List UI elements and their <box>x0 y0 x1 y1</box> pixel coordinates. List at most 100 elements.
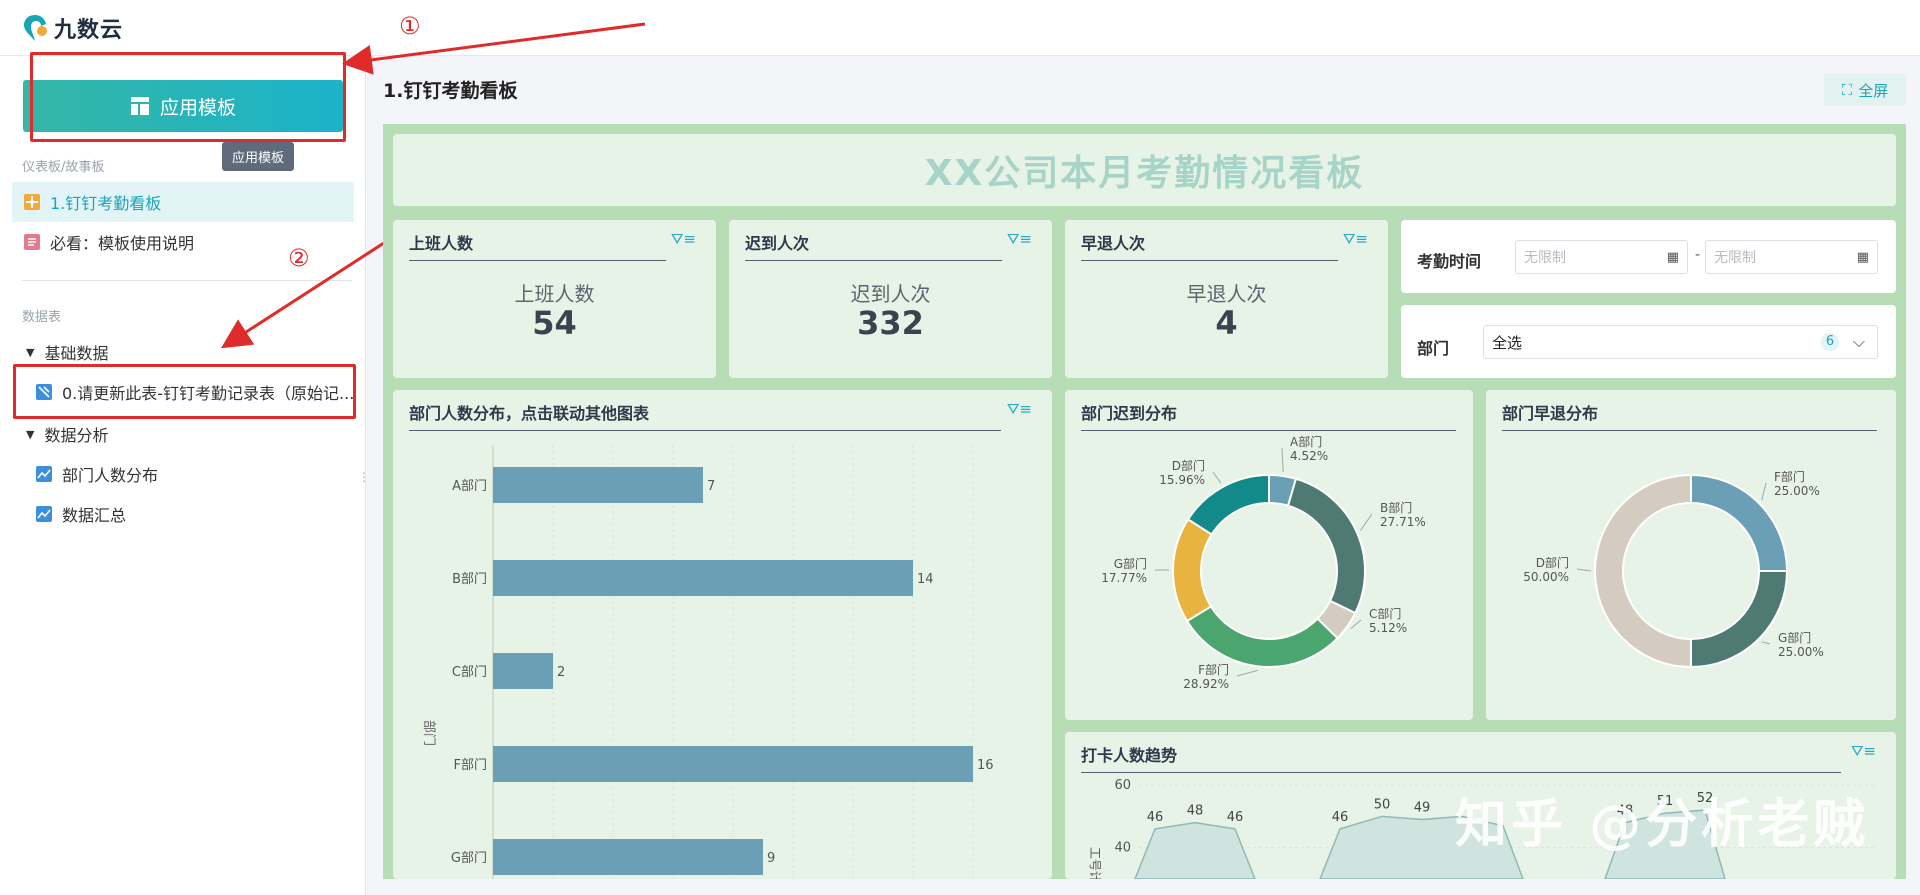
analysis-icon <box>36 466 52 482</box>
date-separator: - <box>1695 247 1701 263</box>
donut-slice <box>1172 517 1214 623</box>
bar-category-label: F部门 <box>454 758 487 773</box>
donut-label-pct: 50.00% <box>1523 570 1569 584</box>
y-tick-label: 60 <box>1114 778 1131 793</box>
tree-group-label: 数据分析 <box>44 426 109 445</box>
bar-value-label: 9 <box>767 851 775 866</box>
bar-category-label: C部门 <box>452 665 487 680</box>
fullscreen-button[interactable]: ⛶ 全屏 <box>1824 74 1906 106</box>
dept-filter-label: 部门 <box>1417 339 1450 358</box>
donut-label-name: G部门 <box>1778 630 1811 645</box>
dashboard-item-label: 必看：模板使用说明 <box>50 234 195 253</box>
dashboard-item-label: 1.钉钉考勤看板 <box>50 194 162 213</box>
late-donut-chart: A部门4.52% B部门27.71% C部门5.12% F部门28.92% G部门17.… <box>1101 434 1426 691</box>
kpi-card-title: 上班人数 <box>409 230 666 261</box>
expand-icon: ⛶ <box>1841 81 1853 99</box>
bar <box>493 653 553 689</box>
dashboard-banner: XX公司本月考勤情况看板 <box>393 134 1896 206</box>
watermark: 知乎 @分析老贼 <box>1455 795 1870 855</box>
donut-leader-line <box>1281 447 1284 473</box>
donut-leader-line <box>1212 471 1222 484</box>
dashboard-canvas: XX公司本月考勤情况看板 上班人数 ⛛≡ 上班人数 54 迟到人次 ⛛≡ 迟到人… <box>383 124 1906 879</box>
calendar-icon: ▦ <box>1666 250 1679 265</box>
app-name: 九数云 <box>54 18 124 43</box>
bar-value-label: 16 <box>977 758 994 773</box>
table-item-headcount[interactable]: 部门人数分布 <box>36 462 158 486</box>
filter-icon[interactable]: ⛛≡ <box>1343 230 1368 248</box>
kpi-label: 早退人次 <box>1186 282 1267 306</box>
tree-group-label: 基础数据 <box>44 344 109 363</box>
donut-label-pct: 25.00% <box>1774 484 1820 498</box>
donut-leader-line <box>1350 619 1362 630</box>
date-end-placeholder: 无限制 <box>1714 250 1756 266</box>
trend-point-label: 50 <box>1374 797 1391 812</box>
chevron-down-icon: ⌵ <box>1852 332 1865 351</box>
y-axis-label: 工号计 <box>1088 847 1102 879</box>
filter-icon[interactable]: ⛛≡ <box>671 230 696 248</box>
kpi-label: 上班人数 <box>514 282 595 306</box>
kpi-card-early[interactable]: 早退人次 ⛛≡ 早退人次 4 <box>1065 220 1388 378</box>
bar <box>493 839 763 875</box>
bar <box>493 746 973 782</box>
kpi-card-attendance[interactable]: 上班人数 ⛛≡ 上班人数 54 <box>393 220 716 378</box>
donut-slice <box>1286 477 1366 615</box>
chart-card-early[interactable]: 部门早退分布 F部门 25.00% G部门 25.00% D部门 50.00% <box>1486 390 1896 720</box>
donut-label-name: D部门 <box>1536 555 1569 570</box>
app-logo[interactable]: 九数云 <box>22 12 123 44</box>
dept-select[interactable]: 全选 6 ⌵ <box>1483 325 1878 359</box>
donut-label-name: B部门 <box>1380 500 1412 515</box>
kpi-card-late[interactable]: 迟到人次 ⛛≡ 迟到人次 332 <box>729 220 1052 378</box>
date-end-input[interactable]: 无限制 ▦ <box>1705 240 1878 274</box>
kpi-label: 迟到人次 <box>850 282 931 306</box>
donut-label-pct: 25.00% <box>1778 645 1824 659</box>
time-filter-card: 考勤时间 无限制 ▦ - 无限制 ▦ <box>1401 220 1896 293</box>
tree-group-basic[interactable]: ▼ 基础数据 <box>26 340 108 364</box>
donut-label-pct: 4.52% <box>1290 449 1328 463</box>
bar-value-label: 14 <box>917 572 934 587</box>
donut-label-name: G部门 <box>1114 556 1147 571</box>
date-start-placeholder: 无限制 <box>1524 250 1566 266</box>
dept-count-badge: 6 <box>1821 333 1839 351</box>
bar <box>493 560 913 596</box>
chart-card-headcount[interactable]: 部门人数分布，点击联动其他图表 ⛛≡ 部门 A部门 7 B部门 14 C部门 2 F部门 16 G… <box>393 390 1052 879</box>
kpi-value: 4 <box>1215 304 1238 342</box>
annotation-marker-1: ① <box>399 12 421 40</box>
chart-card-late[interactable]: 部门迟到分布 A部门 4.52% B部门 27.71% C部门 5.12% F部门 28.92… <box>1065 390 1473 720</box>
bar-category-label: G部门 <box>451 851 487 866</box>
donut-label-name: F部门 <box>1774 469 1805 484</box>
caret-down-icon: ▼ <box>26 345 35 359</box>
trend-point-label: 46 <box>1227 810 1244 825</box>
table-item-label: 部门人数分布 <box>62 466 159 485</box>
resize-handle[interactable]: ⋮ <box>358 470 370 484</box>
annotation-marker-2: ② <box>288 244 310 272</box>
trend-point-label: 46 <box>1332 810 1349 825</box>
donut-leader-line <box>1761 482 1767 501</box>
caret-down-icon: ▼ <box>26 427 35 441</box>
donut-leader-line <box>1360 513 1373 531</box>
dept-select-value: 全选 <box>1492 333 1523 352</box>
annotation-box-2 <box>13 364 356 419</box>
donut-label-name: A部门 <box>1290 434 1322 449</box>
donut-slice <box>1690 570 1789 669</box>
headcount-bar-chart: 部门 A部门 7 B部门 14 C部门 2 F部门 16 G部门 9 <box>421 445 994 879</box>
donut-slice <box>1594 473 1692 669</box>
donut-leader-line <box>1576 568 1592 572</box>
kpi-card-title: 早退人次 <box>1081 230 1338 261</box>
dashboard-item-kanban[interactable]: 1.钉钉考勤看板 <box>12 182 354 222</box>
donut-label-pct: 28.92% <box>1183 677 1229 691</box>
donut-label-name: D部门 <box>1172 458 1205 473</box>
kpi-card-title: 迟到人次 <box>745 230 1002 261</box>
section-dashboards-label: 仪表板/故事板 <box>22 160 105 175</box>
kpi-value: 54 <box>532 304 577 342</box>
table-item-summary[interactable]: 数据汇总 <box>36 502 126 526</box>
donut-slice <box>1690 473 1789 572</box>
document-icon <box>24 234 40 250</box>
bar <box>493 467 703 503</box>
section-tables-label: 数据表 <box>22 310 62 325</box>
date-start-input[interactable]: 无限制 ▦ <box>1515 240 1688 274</box>
filter-icon[interactable]: ⛛≡ <box>1007 230 1032 248</box>
calendar-icon: ▦ <box>1856 250 1869 265</box>
time-filter-label: 考勤时间 <box>1417 252 1482 271</box>
tree-group-analysis[interactable]: ▼ 数据分析 <box>26 422 108 446</box>
dashboard-icon <box>24 194 40 210</box>
